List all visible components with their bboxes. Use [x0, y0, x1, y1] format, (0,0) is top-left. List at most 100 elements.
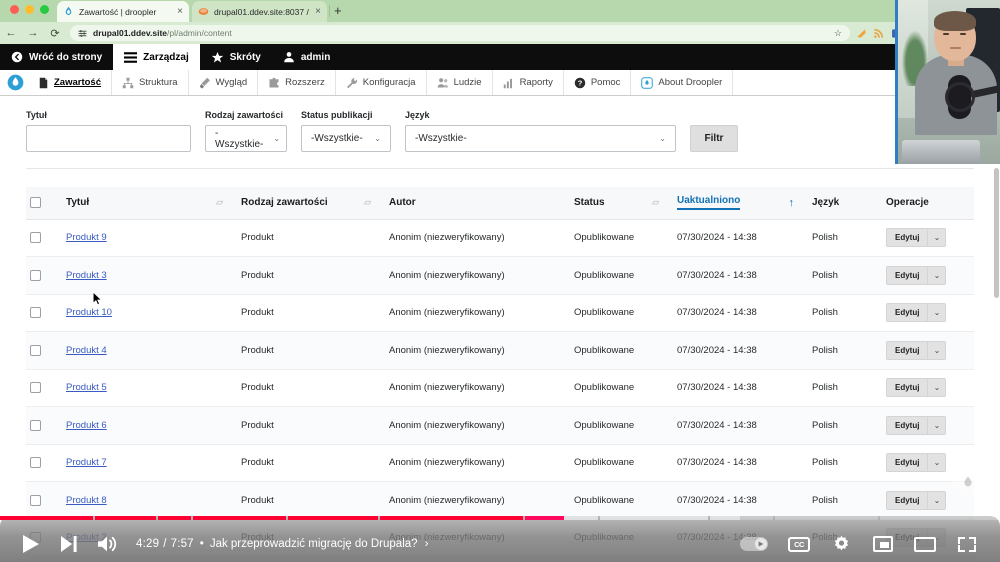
progress-chapter-segment[interactable] [880, 516, 998, 520]
chevron-down-icon[interactable]: ⌄ [927, 490, 947, 510]
row-checkbox[interactable] [30, 232, 41, 244]
menu-item-reports[interactable]: Raporty [493, 70, 564, 95]
menu-item-structure[interactable]: Struktura [112, 70, 189, 95]
row-operations-button[interactable]: Edytuj⌄ [886, 340, 947, 360]
toolbar-item-user[interactable]: admin [272, 44, 341, 70]
volume-button[interactable] [88, 526, 126, 562]
filter-language-select[interactable]: -Wszystkie- ⌄ [405, 125, 676, 152]
menu-item-extend[interactable]: Rozszerz [258, 70, 336, 95]
row-operations-button[interactable]: Edytuj⌄ [886, 415, 947, 435]
row-edit-label[interactable]: Edytuj [886, 340, 928, 360]
progress-chapter-segment[interactable] [95, 516, 156, 520]
back-button[interactable]: ← [0, 22, 22, 44]
row-title-link[interactable]: Produkt 7 [66, 457, 107, 468]
row-title-link[interactable]: Produkt 4 [66, 345, 107, 356]
extension-orange-icon[interactable] [856, 28, 867, 39]
theater-mode-button[interactable] [906, 526, 944, 562]
toolbar-item-shortcuts[interactable]: Skróty [200, 44, 272, 70]
filter-publication-status-select[interactable]: -Wszystkie- ⌄ [301, 125, 391, 152]
row-edit-label[interactable]: Edytuj [886, 378, 928, 398]
menu-item-content[interactable]: Zawartość [30, 70, 112, 95]
chevron-down-icon[interactable]: ⌄ [927, 415, 947, 435]
video-progress-bar[interactable] [0, 516, 1000, 520]
chevron-down-icon[interactable]: ⌄ [927, 378, 947, 398]
progress-chapter-segment[interactable] [600, 516, 708, 520]
autoplay-toggle[interactable] [740, 537, 768, 551]
minimize-window-button[interactable] [25, 5, 34, 14]
menu-item-people[interactable]: Ludzie [427, 70, 493, 95]
browser-tab-2-close-icon[interactable]: × [315, 6, 321, 17]
row-operations-button[interactable]: Edytuj⌄ [886, 303, 947, 323]
row-checkbox[interactable] [30, 494, 41, 506]
select-all-checkbox[interactable] [30, 197, 41, 209]
chapter-chevron-right-icon[interactable]: › [425, 538, 429, 550]
row-checkbox[interactable] [30, 307, 41, 319]
forward-button[interactable]: → [22, 22, 44, 44]
chevron-down-icon[interactable]: ⌄ [927, 340, 947, 360]
bookmark-star-icon[interactable]: ☆ [834, 28, 842, 39]
play-button[interactable] [12, 526, 50, 562]
browser-tab-2[interactable]: drupal01.ddev.site:8037 / d… × [192, 1, 327, 22]
row-operations-button[interactable]: Edytuj⌄ [886, 378, 947, 398]
miniplayer-button[interactable] [864, 526, 902, 562]
captions-button[interactable]: CC [780, 526, 818, 562]
th-status[interactable]: Status ▱ [570, 187, 673, 220]
drupal-logo[interactable] [0, 70, 30, 95]
reload-button[interactable]: ⟳ [44, 22, 66, 44]
row-operations-button[interactable]: Edytuj⌄ [886, 490, 947, 510]
row-checkbox[interactable] [30, 457, 41, 469]
browser-tab-1-close-icon[interactable]: × [177, 6, 183, 17]
menu-item-about-droopler[interactable]: About Droopler [631, 70, 734, 95]
chevron-down-icon[interactable]: ⌄ [927, 228, 947, 248]
next-video-button[interactable] [50, 526, 88, 562]
close-window-button[interactable] [10, 5, 19, 14]
th-updated[interactable]: Uaktualniono ↑ [673, 187, 808, 220]
progress-chapter-segment[interactable] [380, 516, 523, 520]
progress-chapter-segment[interactable] [525, 516, 598, 520]
filter-content-type-select[interactable]: -Wszystkie- ⌄ [205, 125, 287, 152]
th-title[interactable]: Tytuł ▱ [62, 187, 237, 220]
chevron-down-icon[interactable]: ⌄ [927, 453, 947, 473]
progress-chapter-segment[interactable] [193, 516, 286, 520]
row-title-link[interactable]: Produkt 6 [66, 420, 107, 431]
progress-chapter-segment[interactable] [158, 516, 191, 520]
menu-item-configuration[interactable]: Konfiguracja [336, 70, 427, 95]
row-edit-label[interactable]: Edytuj [886, 303, 928, 323]
chevron-down-icon[interactable]: ⌄ [927, 265, 947, 285]
page-scrollbar[interactable] [993, 96, 1000, 562]
row-title-link[interactable]: Produkt 8 [66, 495, 107, 506]
progress-chapter-segment[interactable] [710, 516, 773, 520]
toolbar-item-manage[interactable]: Zarządzaj [113, 44, 200, 70]
menu-item-help[interactable]: ? Pomoc [564, 70, 632, 95]
row-title-link[interactable]: Produkt 5 [66, 382, 107, 393]
filter-title-input[interactable] [26, 125, 191, 152]
menu-item-appearance[interactable]: Wygląd [189, 70, 259, 95]
row-checkbox[interactable] [30, 382, 41, 394]
video-chapter-title[interactable]: Jak przeprowadzić migrację do Drupala? [210, 538, 418, 550]
toolbar-item-back-to-site[interactable]: Wróć do strony [0, 44, 113, 70]
tune-icon[interactable] [78, 29, 87, 38]
page-scrollbar-thumb[interactable] [994, 168, 999, 298]
row-title-link[interactable]: Produkt 9 [66, 232, 107, 243]
row-operations-button[interactable]: Edytuj⌄ [886, 228, 947, 248]
th-content-type[interactable]: Rodzaj zawartości ▱ [237, 187, 385, 220]
progress-chapter-segment[interactable] [288, 516, 378, 520]
chevron-down-icon[interactable]: ⌄ [927, 303, 947, 323]
row-edit-label[interactable]: Edytuj [886, 453, 928, 473]
settings-button[interactable] [822, 526, 860, 562]
fullscreen-button[interactable] [948, 526, 986, 562]
progress-chapter-segment[interactable] [775, 516, 878, 520]
new-tab-button[interactable]: + [334, 4, 342, 17]
row-checkbox[interactable] [30, 419, 41, 431]
browser-tab-1[interactable]: Zawartość | droopler × [57, 1, 189, 22]
row-edit-label[interactable]: Edytuj [886, 415, 928, 435]
row-title-link[interactable]: Produkt 3 [66, 270, 107, 281]
maximize-window-button[interactable] [40, 5, 49, 14]
progress-chapter-segment[interactable] [0, 516, 93, 520]
row-checkbox[interactable] [30, 269, 41, 281]
row-checkbox[interactable] [30, 344, 41, 356]
row-edit-label[interactable]: Edytuj [886, 228, 928, 248]
rss-feed-icon[interactable] [873, 28, 884, 39]
th-updated-sort-link[interactable]: Uaktualniono [677, 195, 741, 211]
row-operations-button[interactable]: Edytuj⌄ [886, 453, 947, 473]
